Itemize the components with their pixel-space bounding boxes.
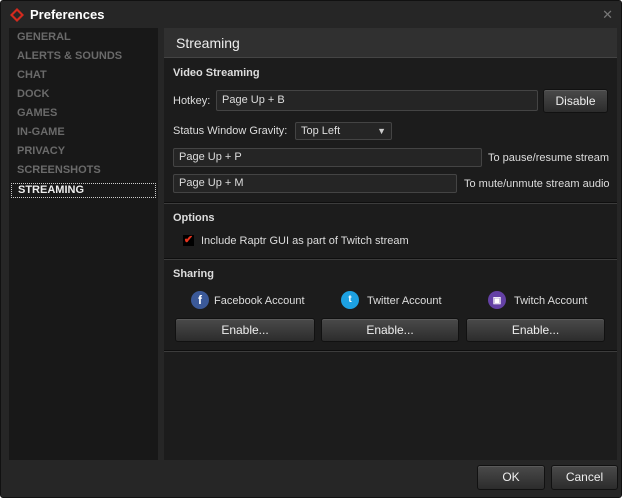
facebook-enable-button[interactable]: Enable... <box>175 318 315 342</box>
sidebar-item-games[interactable]: GAMES <box>11 104 156 123</box>
disable-button[interactable]: Disable <box>543 89 608 113</box>
title-bar[interactable]: Preferences ✕ <box>1 1 621 28</box>
facebook-icon: f <box>191 291 209 309</box>
settings-panel: Streaming Video Streaming Hotkey: Page U… <box>164 28 617 460</box>
facebook-account-label: Facebook Account <box>214 295 305 307</box>
twitter-icon: t <box>341 291 359 309</box>
sidebar-item-general[interactable]: GENERAL <box>11 28 156 47</box>
include-gui-checkbox[interactable]: ✔ <box>183 235 194 246</box>
divider <box>164 202 617 204</box>
divider <box>164 350 617 352</box>
hotkey-label: Hotkey: <box>173 95 211 107</box>
chevron-down-icon: ▼ <box>377 126 386 136</box>
gravity-select[interactable]: Top Left ▼ <box>295 122 392 140</box>
sidebar: GENERAL ALERTS & SOUNDS CHAT DOCK GAMES … <box>9 28 158 460</box>
twitch-icon: ▣ <box>488 291 506 309</box>
divider <box>164 258 617 260</box>
sidebar-item-dock[interactable]: DOCK <box>11 85 156 104</box>
gravity-value: Top Left <box>301 125 341 137</box>
twitter-account-label: Twitter Account <box>367 295 442 307</box>
ok-button[interactable]: OK <box>477 465 545 490</box>
twitch-account-label: Twitch Account <box>514 295 588 307</box>
cancel-button[interactable]: Cancel <box>551 465 618 490</box>
sidebar-item-in-game[interactable]: IN-GAME <box>11 123 156 142</box>
sharing-heading: Sharing <box>173 268 214 280</box>
mute-hotkey-input[interactable]: Page Up + M <box>173 174 457 193</box>
sidebar-item-alerts-sounds[interactable]: ALERTS & SOUNDS <box>11 47 156 66</box>
window-title: Preferences <box>30 7 105 22</box>
pause-description: To pause/resume stream <box>488 152 610 164</box>
sidebar-item-privacy[interactable]: PRIVACY <box>11 142 156 161</box>
close-icon[interactable]: ✕ <box>602 7 613 23</box>
pause-hotkey-input[interactable]: Page Up + P <box>173 148 482 167</box>
gravity-label: Status Window Gravity: <box>173 125 288 137</box>
options-heading: Options <box>173 212 215 224</box>
raptr-logo-icon <box>10 7 24 22</box>
preferences-window: Preferences ✕ GENERAL ALERTS & SOUNDS CH… <box>0 0 622 498</box>
panel-title: Streaming <box>164 28 617 58</box>
twitch-enable-button[interactable]: Enable... <box>466 318 605 342</box>
sidebar-item-streaming[interactable]: STREAMING <box>11 183 156 198</box>
include-gui-label: Include Raptr GUI as part of Twitch stre… <box>201 235 409 247</box>
hotkey-input[interactable]: Page Up + B <box>216 90 538 111</box>
sidebar-item-screenshots[interactable]: SCREENSHOTS <box>11 161 156 180</box>
twitter-enable-button[interactable]: Enable... <box>321 318 459 342</box>
mute-description: To mute/unmute stream audio <box>464 178 610 190</box>
sidebar-item-chat[interactable]: CHAT <box>11 66 156 85</box>
video-streaming-heading: Video Streaming <box>173 67 260 79</box>
